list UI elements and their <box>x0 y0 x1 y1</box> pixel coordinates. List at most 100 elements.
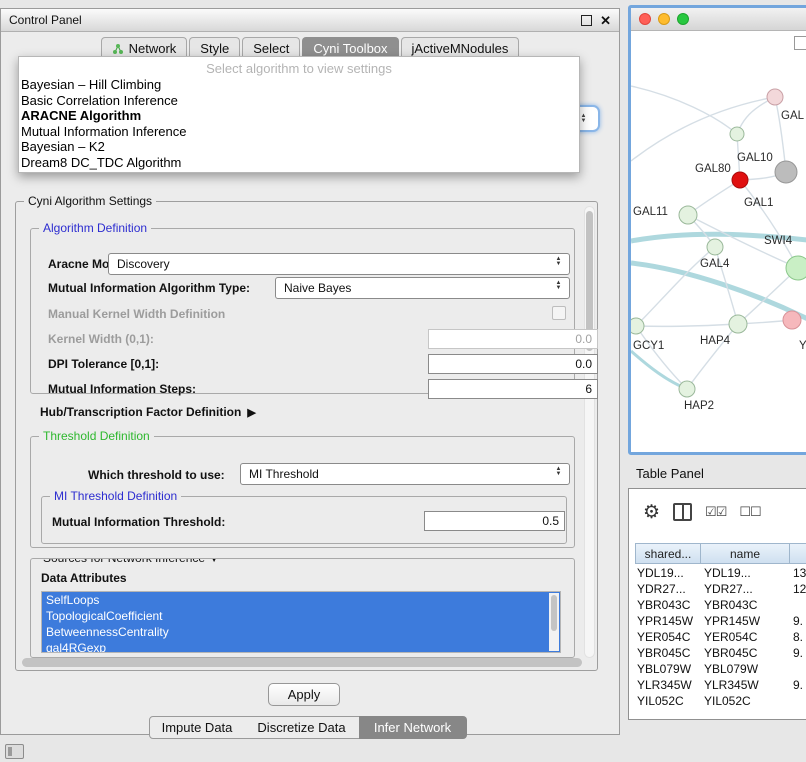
tab-network-label: Network <box>129 41 177 56</box>
list-item[interactable]: gal4RGexp <box>42 640 560 653</box>
list-item[interactable]: SelfLoops <box>42 592 560 608</box>
list-item[interactable]: TopologicalCoefficient <box>42 608 560 624</box>
dropdown-item[interactable]: Bayesian – K2 <box>19 139 579 155</box>
cyni-algorithm-settings-group: Cyni Algorithm Settings Algorithm Defini… <box>15 201 598 671</box>
table-cell: YBL079W <box>635 662 701 676</box>
table-row[interactable]: YER054CYER054C8. <box>635 629 806 645</box>
network-window-titlebar[interactable] <box>631 8 806 31</box>
aracne-mode-combo[interactable]: Discovery ▲▼ <box>108 253 570 275</box>
manual-kernel-checkbox[interactable] <box>552 306 566 320</box>
column-header-shared[interactable]: shared... <box>635 543 701 564</box>
network-node-label: GAL1 <box>744 197 773 209</box>
network-node-label: GAL80 <box>695 163 731 175</box>
dropdown-item[interactable]: Basic Correlation Inference <box>19 93 579 109</box>
table-panel-title: Table Panel <box>636 466 704 481</box>
column-header-name[interactable]: name <box>700 543 790 564</box>
table-row[interactable]: YDR27...YDR27...12 <box>635 581 806 597</box>
mi-threshold-field[interactable]: 0.5 <box>424 511 565 531</box>
network-edge[interactable] <box>636 326 687 389</box>
dropdown-item[interactable]: Dream8 DC_TDC Algorithm <box>19 155 579 171</box>
apply-button[interactable]: Apply <box>268 683 340 706</box>
mi-type-combo[interactable]: Naive Bayes ▲▼ <box>275 277 570 299</box>
table-cell: YDL19... <box>701 566 790 580</box>
data-attributes-list[interactable]: SelfLoops TopologicalCoefficient Between… <box>41 591 561 653</box>
dropdown-item[interactable]: Bayesian – Hill Climbing <box>19 77 579 93</box>
dpi-tolerance-field[interactable]: 0.0 <box>428 354 598 374</box>
hub-tf-definition-toggle[interactable]: Hub/Transcription Factor Definition▶ <box>40 405 256 419</box>
select-checked-icon[interactable]: ☑☑ <box>705 504 726 520</box>
column-header-partial[interactable] <box>789 543 806 564</box>
network-node[interactable] <box>783 311 801 329</box>
network-node-label: GAL10 <box>737 152 773 164</box>
table-body: YDL19...YDL19...13YDR27...YDR27...12YBR0… <box>635 565 806 709</box>
list-scrollbar[interactable] <box>549 593 559 651</box>
columns-icon[interactable] <box>673 503 692 521</box>
network-node[interactable] <box>679 381 695 397</box>
network-node[interactable] <box>732 172 748 188</box>
network-node[interactable] <box>679 206 697 224</box>
table-cell: YDL19... <box>635 566 701 580</box>
dpi-tolerance-label: DPI Tolerance [0,1]: <box>48 357 159 371</box>
algorithm-definition-title: Algorithm Definition <box>39 221 151 235</box>
dropdown-item-selected[interactable]: ARACNE Algorithm <box>19 108 579 124</box>
settings-scrollbar[interactable] <box>584 206 595 658</box>
network-edge[interactable] <box>687 324 738 389</box>
sources-title-toggle[interactable]: Sources for Network Inference▼ <box>39 558 223 565</box>
control-panel-titlebar[interactable]: Control Panel ✕ <box>1 9 619 32</box>
table-row[interactable]: YLR345WYLR345W9. <box>635 677 806 693</box>
network-node[interactable] <box>786 256 806 280</box>
network-node[interactable] <box>775 161 797 183</box>
table-cell: YDR27... <box>701 582 790 596</box>
table-row[interactable]: YDL19...YDL19...13 <box>635 565 806 581</box>
table-row[interactable]: YBL079WYBL079W <box>635 661 806 677</box>
network-node-label: GCY1 <box>633 340 664 352</box>
select-unchecked-icon[interactable]: ☐☐ <box>739 504 760 520</box>
network-edge[interactable] <box>631 263 806 323</box>
network-node[interactable] <box>707 239 723 255</box>
minimize-traffic-light-icon[interactable] <box>658 13 670 25</box>
desktop: Control Panel ✕ Network Style Select Cyn… <box>0 0 806 762</box>
table-row[interactable]: YIL052CYIL052C <box>635 693 806 709</box>
kernel-width-field[interactable]: 0.0 <box>428 329 598 349</box>
network-node[interactable] <box>729 315 747 333</box>
mi-steps-field[interactable]: 6 <box>428 379 598 399</box>
network-edge[interactable] <box>636 324 738 326</box>
gear-icon[interactable]: ⚙ <box>643 503 660 522</box>
table-cell: YDR27... <box>635 582 701 596</box>
network-node-label: GAL <box>781 110 805 122</box>
list-scrollbar-thumb[interactable] <box>551 595 557 631</box>
network-node-label: HAP2 <box>684 400 714 412</box>
table-row[interactable]: YBR043CYBR043C <box>635 597 806 613</box>
table-row[interactable]: YPR145WYPR145W9. <box>635 613 806 629</box>
table-cell: 13 <box>790 566 806 580</box>
network-canvas[interactable]: GALGAL80GAL10GAL11GAL1SWI4GAL4GCY1HAP4HA… <box>631 31 806 453</box>
mi-threshold-title: MI Threshold Definition <box>50 489 181 503</box>
close-icon[interactable]: ✕ <box>600 14 611 27</box>
tab-infer-network[interactable]: Infer Network <box>359 716 467 739</box>
network-icon <box>112 43 124 55</box>
manual-kernel-label: Manual Kernel Width Definition <box>48 307 225 321</box>
table-cell: YBR043C <box>635 598 701 612</box>
float-window-icon[interactable] <box>581 15 592 26</box>
panel-dock-icon[interactable] <box>5 744 24 759</box>
network-view-window: GALGAL80GAL10GAL11GAL1SWI4GAL4GCY1HAP4HA… <box>628 5 806 455</box>
tab-impute-data[interactable]: Impute Data <box>149 716 245 739</box>
zoom-traffic-light-icon[interactable] <box>677 13 689 25</box>
network-node[interactable] <box>631 318 644 334</box>
table-cell: YIL052C <box>701 694 790 708</box>
table-toolbar: ⚙ ☑☑ ☐☐ <box>629 489 806 535</box>
which-threshold-combo[interactable]: MI Threshold ▲▼ <box>240 463 570 485</box>
threshold-definition-title: Threshold Definition <box>39 429 154 443</box>
tab-discretize-data[interactable]: Discretize Data <box>244 716 360 739</box>
table-cell: YIL052C <box>635 694 701 708</box>
settings-hscrollbar-thumb[interactable] <box>22 658 582 667</box>
close-traffic-light-icon[interactable] <box>639 13 651 25</box>
mi-type-label: Mutual Information Algorithm Type: <box>48 281 250 295</box>
canvas-overview-widget[interactable] <box>794 36 806 50</box>
network-node[interactable] <box>730 127 744 141</box>
table-cell: YBL079W <box>701 662 790 676</box>
list-item[interactable]: BetweennessCentrality <box>42 624 560 640</box>
table-row[interactable]: YBR045CYBR045C9. <box>635 645 806 661</box>
dropdown-item[interactable]: Mutual Information Inference <box>19 124 579 140</box>
network-node[interactable] <box>767 89 783 105</box>
